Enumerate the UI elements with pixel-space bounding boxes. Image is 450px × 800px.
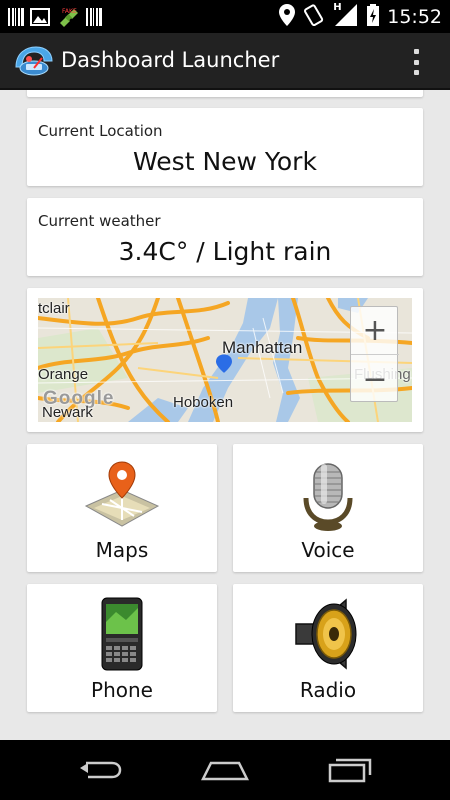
map-label-orange: Orange [38, 366, 89, 383]
status-time: 15:52 [387, 6, 442, 28]
barcode-icon [86, 8, 102, 30]
tile-label-phone: Phone [91, 678, 153, 702]
action-bar: Dashboard Launcher [0, 33, 450, 90]
tile-label-voice: Voice [301, 538, 355, 562]
weather-value: 3.4C° / Light rain [118, 237, 332, 266]
network-type: H [333, 2, 342, 13]
dashboard-icon[interactable] [14, 45, 54, 77]
location-pin-icon [279, 4, 296, 30]
map-icon [82, 454, 162, 534]
overflow-menu-icon[interactable] [412, 49, 420, 75]
status-left-icons: FAKE [8, 7, 102, 31]
satellite-icon: FAKE [56, 7, 80, 31]
weather-label: Current weather [38, 212, 161, 230]
location-card[interactable]: Current Location West New York [27, 108, 423, 186]
voice-tile[interactable]: Voice [233, 444, 423, 572]
signal-icon: H [333, 2, 359, 30]
tile-label-maps: Maps [95, 538, 149, 562]
image-icon [30, 8, 50, 30]
svg-text:FAKE: FAKE [62, 8, 77, 15]
location-label: Current Location [38, 122, 163, 140]
back-icon[interactable] [70, 754, 130, 786]
map-label-hoboken: Hoboken [173, 394, 234, 411]
barcode-icon [8, 8, 24, 30]
location-value: West New York [133, 147, 317, 176]
microphone-icon [288, 454, 368, 534]
map-label-newark: Newark [42, 404, 93, 421]
map-label-manhattan: Manhattan [222, 338, 303, 357]
partial-card [27, 90, 423, 97]
smartphone-icon [82, 594, 162, 674]
map-zoom-controls: + − [350, 306, 399, 403]
tile-label-radio: Radio [299, 678, 357, 702]
status-right-icons: H 15:52 [279, 2, 442, 30]
map-card[interactable]: tclair Manhattan Orange Flushing Hoboken… [27, 288, 423, 432]
status-bar: FAKE H 15:52 [0, 0, 450, 33]
home-icon[interactable] [195, 754, 255, 786]
screen-rotate-icon [303, 4, 325, 30]
recent-apps-icon[interactable] [320, 754, 380, 786]
speaker-icon [288, 594, 368, 674]
zoom-out-button[interactable]: − [351, 355, 399, 403]
map-view[interactable]: tclair Manhattan Orange Flushing Hoboken… [38, 298, 412, 422]
phone-tile[interactable]: Phone [27, 584, 217, 712]
app-title: Dashboard Launcher [61, 48, 280, 72]
maps-tile[interactable]: Maps [27, 444, 217, 572]
zoom-in-button[interactable]: + [351, 307, 399, 355]
dashboard-content[interactable]: Current Location West New York Current w… [0, 90, 450, 740]
weather-card[interactable]: Current weather 3.4C° / Light rain [27, 198, 423, 276]
radio-tile[interactable]: Radio [233, 584, 423, 712]
map-label-clair: tclair [38, 300, 70, 317]
navigation-bar [0, 740, 450, 800]
battery-icon [367, 4, 380, 30]
